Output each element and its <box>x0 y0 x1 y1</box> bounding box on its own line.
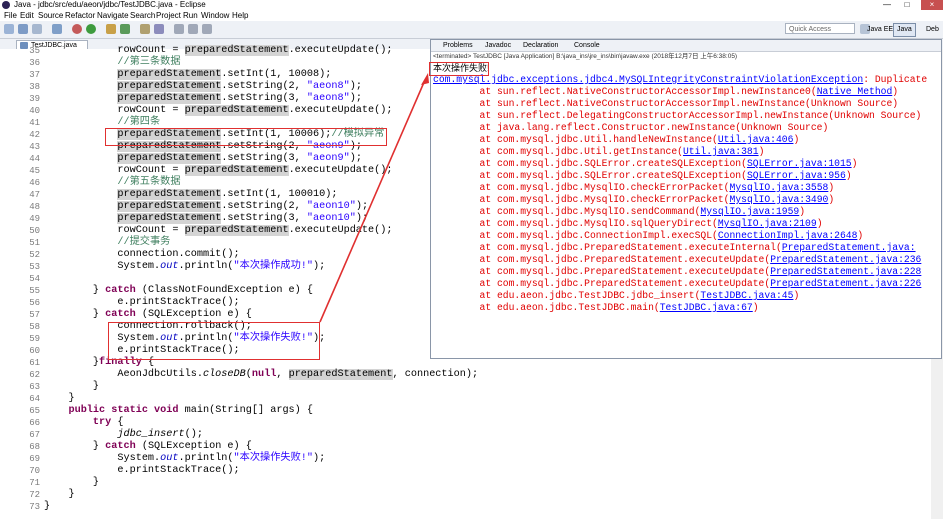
arrow-line <box>319 79 426 323</box>
red-arrow <box>319 73 429 323</box>
arrow-head <box>421 73 429 85</box>
